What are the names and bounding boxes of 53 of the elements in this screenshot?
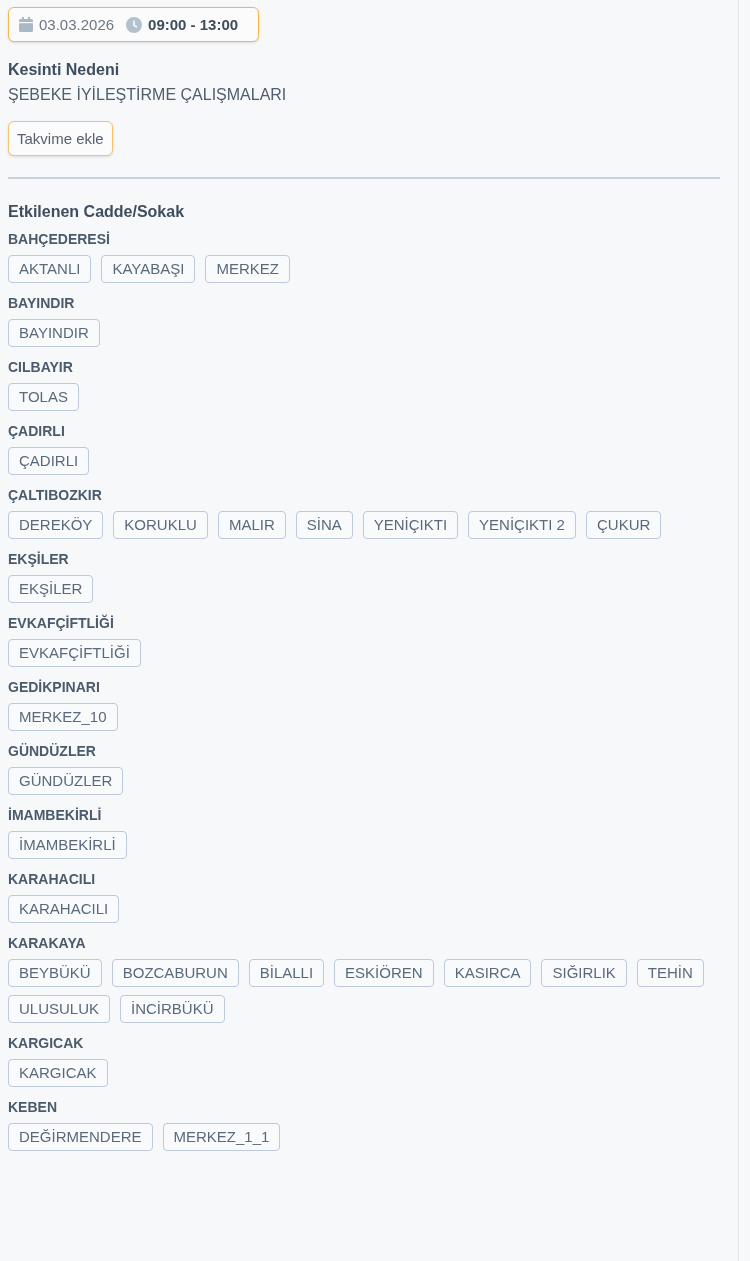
street-tag: KASIRCA xyxy=(443,959,532,987)
district-heading: BAYINDIR xyxy=(8,294,76,312)
district-heading: CILBAYIR xyxy=(8,358,74,376)
district-heading: GEDİKPINARI xyxy=(8,678,101,696)
district-heading: GÜNDÜZLER xyxy=(8,742,97,760)
street-tag: MERKEZ_10 xyxy=(8,703,118,731)
district-heading: KEBEN xyxy=(8,1098,58,1116)
add-to-calendar-button[interactable]: Takvime ekle xyxy=(8,121,113,156)
street-tag: BEYBÜKÜ xyxy=(8,959,102,987)
street-tag: SIĞIRLIK xyxy=(541,959,627,987)
street-tag: TOLAS xyxy=(8,383,79,411)
street-tag: YENİÇIKTI 2 xyxy=(468,511,576,539)
district-heading: ÇADIRLI xyxy=(8,422,66,440)
street-tag: KORUKLU xyxy=(113,511,208,539)
street-tag: EKŞİLER xyxy=(8,575,94,603)
clock-icon xyxy=(126,16,143,33)
street-tag: KARAHACILI xyxy=(8,895,120,923)
district-heading: KARGICAK xyxy=(8,1034,85,1052)
street-tag: BOZCABURUN xyxy=(111,959,239,987)
street-tag: İNCİRBÜKÜ xyxy=(120,995,225,1023)
outage-time: 09:00 - 13:00 xyxy=(148,16,239,33)
street-tag: MERKEZ xyxy=(205,255,290,283)
street-tag: KARGICAK xyxy=(8,1059,108,1087)
street-tag: DEREKÖY xyxy=(8,511,104,539)
section-title: Etkilenen Cadde/Sokak xyxy=(8,202,186,222)
street-tag: GÜNDÜZLER xyxy=(8,767,124,795)
street-tag: YENİÇIKTI xyxy=(362,511,459,539)
calendar-icon xyxy=(19,17,33,32)
street-tag: ÇUKUR xyxy=(585,511,662,539)
street-tag: ESKİÖREN xyxy=(334,959,434,987)
street-tag: KAYABAŞI xyxy=(101,255,196,283)
street-tag: AKTANLI xyxy=(8,255,92,283)
district-heading: KARAKAYA xyxy=(8,934,87,952)
reason-text: ŞEBEKE İYİLEŞTİRME ÇALIŞMALARI xyxy=(8,85,288,105)
street-tag: DEĞİRMENDERE xyxy=(8,1123,153,1151)
district-heading: BAHÇEDERESİ xyxy=(8,230,111,248)
street-tag: MERKEZ_1_1 xyxy=(162,1123,281,1151)
street-tag: BİLALLI xyxy=(248,959,325,987)
district-heading: ÇALTIBOZKIR xyxy=(8,486,103,504)
reason-label: Kesinti Nedeni xyxy=(8,60,121,80)
district-heading: KARAHACILI xyxy=(8,870,97,888)
street-tag: SİNA xyxy=(295,511,353,539)
street-tag: MALIR xyxy=(217,511,286,539)
street-tag: İMAMBEKİRLİ xyxy=(8,831,127,859)
outage-date: 03.03.2026 xyxy=(39,16,115,33)
district-heading: EVKAFÇİFTLİĞİ xyxy=(8,614,115,632)
district-heading: EKŞİLER xyxy=(8,550,70,568)
street-tag: EVKAFÇİFTLİĞİ xyxy=(8,639,141,667)
street-tag: TEHİN xyxy=(636,959,704,987)
street-tag: BAYINDIR xyxy=(8,319,100,347)
district-heading: İMAMBEKİRLİ xyxy=(8,806,103,824)
street-tag: ÇADIRLI xyxy=(8,447,90,475)
street-tag: ULUSULUK xyxy=(8,995,111,1023)
